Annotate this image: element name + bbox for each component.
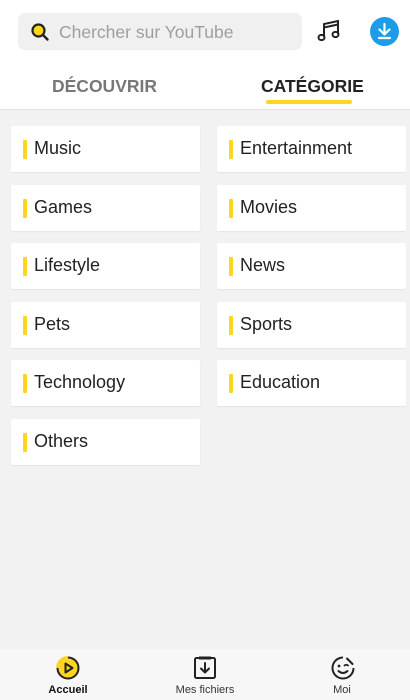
category-accent-bar bbox=[23, 433, 27, 452]
category-card-games[interactable]: Games bbox=[11, 185, 200, 231]
nav-accueil[interactable]: Accueil bbox=[18, 649, 118, 700]
category-label: Technology bbox=[34, 372, 126, 392]
category-label: Education bbox=[240, 372, 321, 392]
category-card-sports[interactable]: Sports bbox=[217, 302, 406, 348]
category-accent-bar bbox=[23, 257, 27, 276]
category-card-entertainment[interactable]: Entertainment bbox=[217, 126, 406, 172]
category-label: Movies bbox=[240, 197, 298, 217]
category-label: News bbox=[240, 255, 286, 275]
download-icon bbox=[377, 22, 392, 40]
smiley-icon bbox=[331, 656, 355, 680]
tab-discover[interactable]: DÉCOUVRIR bbox=[52, 76, 157, 97]
category-label: Music bbox=[34, 138, 82, 158]
category-card-technology[interactable]: Technology bbox=[11, 360, 200, 406]
home-play-icon bbox=[56, 656, 80, 680]
category-accent-bar bbox=[23, 199, 27, 218]
nav-moi[interactable]: Moi bbox=[292, 649, 392, 700]
category-accent-bar bbox=[23, 316, 27, 335]
nav-label-mes-fichiers: Mes fichiers bbox=[175, 684, 235, 696]
category-accent-bar bbox=[229, 257, 233, 276]
category-card-lifestyle[interactable]: Lifestyle bbox=[11, 243, 200, 289]
category-card-others[interactable]: Others bbox=[11, 419, 200, 465]
active-tab-indicator bbox=[266, 100, 352, 104]
category-card-news[interactable]: News bbox=[217, 243, 406, 289]
nav-label-moi: Moi bbox=[333, 684, 351, 696]
category-card-music[interactable]: Music bbox=[11, 126, 200, 172]
category-accent-bar bbox=[229, 199, 233, 218]
top-bar: Chercher sur YouTube DÉCOUVRIR CATÉGORIE bbox=[0, 0, 410, 110]
category-label: Pets bbox=[34, 314, 71, 334]
music-note-icon[interactable] bbox=[316, 18, 342, 44]
category-card-movies[interactable]: Movies bbox=[217, 185, 406, 231]
category-accent-bar bbox=[23, 374, 27, 393]
category-accent-bar bbox=[23, 140, 27, 159]
bottom-nav: Accueil Mes fichiers Moi bbox=[0, 649, 410, 700]
nav-label-accueil: Accueil bbox=[48, 684, 88, 696]
tabs-divider bbox=[0, 109, 410, 110]
search-icon bbox=[31, 23, 49, 41]
category-label: Others bbox=[34, 431, 89, 451]
category-card-education[interactable]: Education bbox=[217, 360, 406, 406]
search-box[interactable]: Chercher sur YouTube bbox=[18, 13, 302, 50]
category-label: Entertainment bbox=[240, 138, 353, 158]
category-accent-bar bbox=[229, 374, 233, 393]
nav-mes-fichiers[interactable]: Mes fichiers bbox=[155, 649, 255, 700]
category-accent-bar bbox=[229, 316, 233, 335]
category-label: Sports bbox=[240, 314, 293, 334]
download-button[interactable] bbox=[370, 17, 399, 46]
category-card-pets[interactable]: Pets bbox=[11, 302, 200, 348]
category-accent-bar bbox=[229, 140, 233, 159]
category-label: Games bbox=[34, 197, 93, 217]
category-label: Lifestyle bbox=[34, 255, 101, 275]
tab-category[interactable]: CATÉGORIE bbox=[261, 76, 364, 97]
search-placeholder: Chercher sur YouTube bbox=[59, 22, 234, 42]
files-download-icon bbox=[194, 656, 216, 679]
